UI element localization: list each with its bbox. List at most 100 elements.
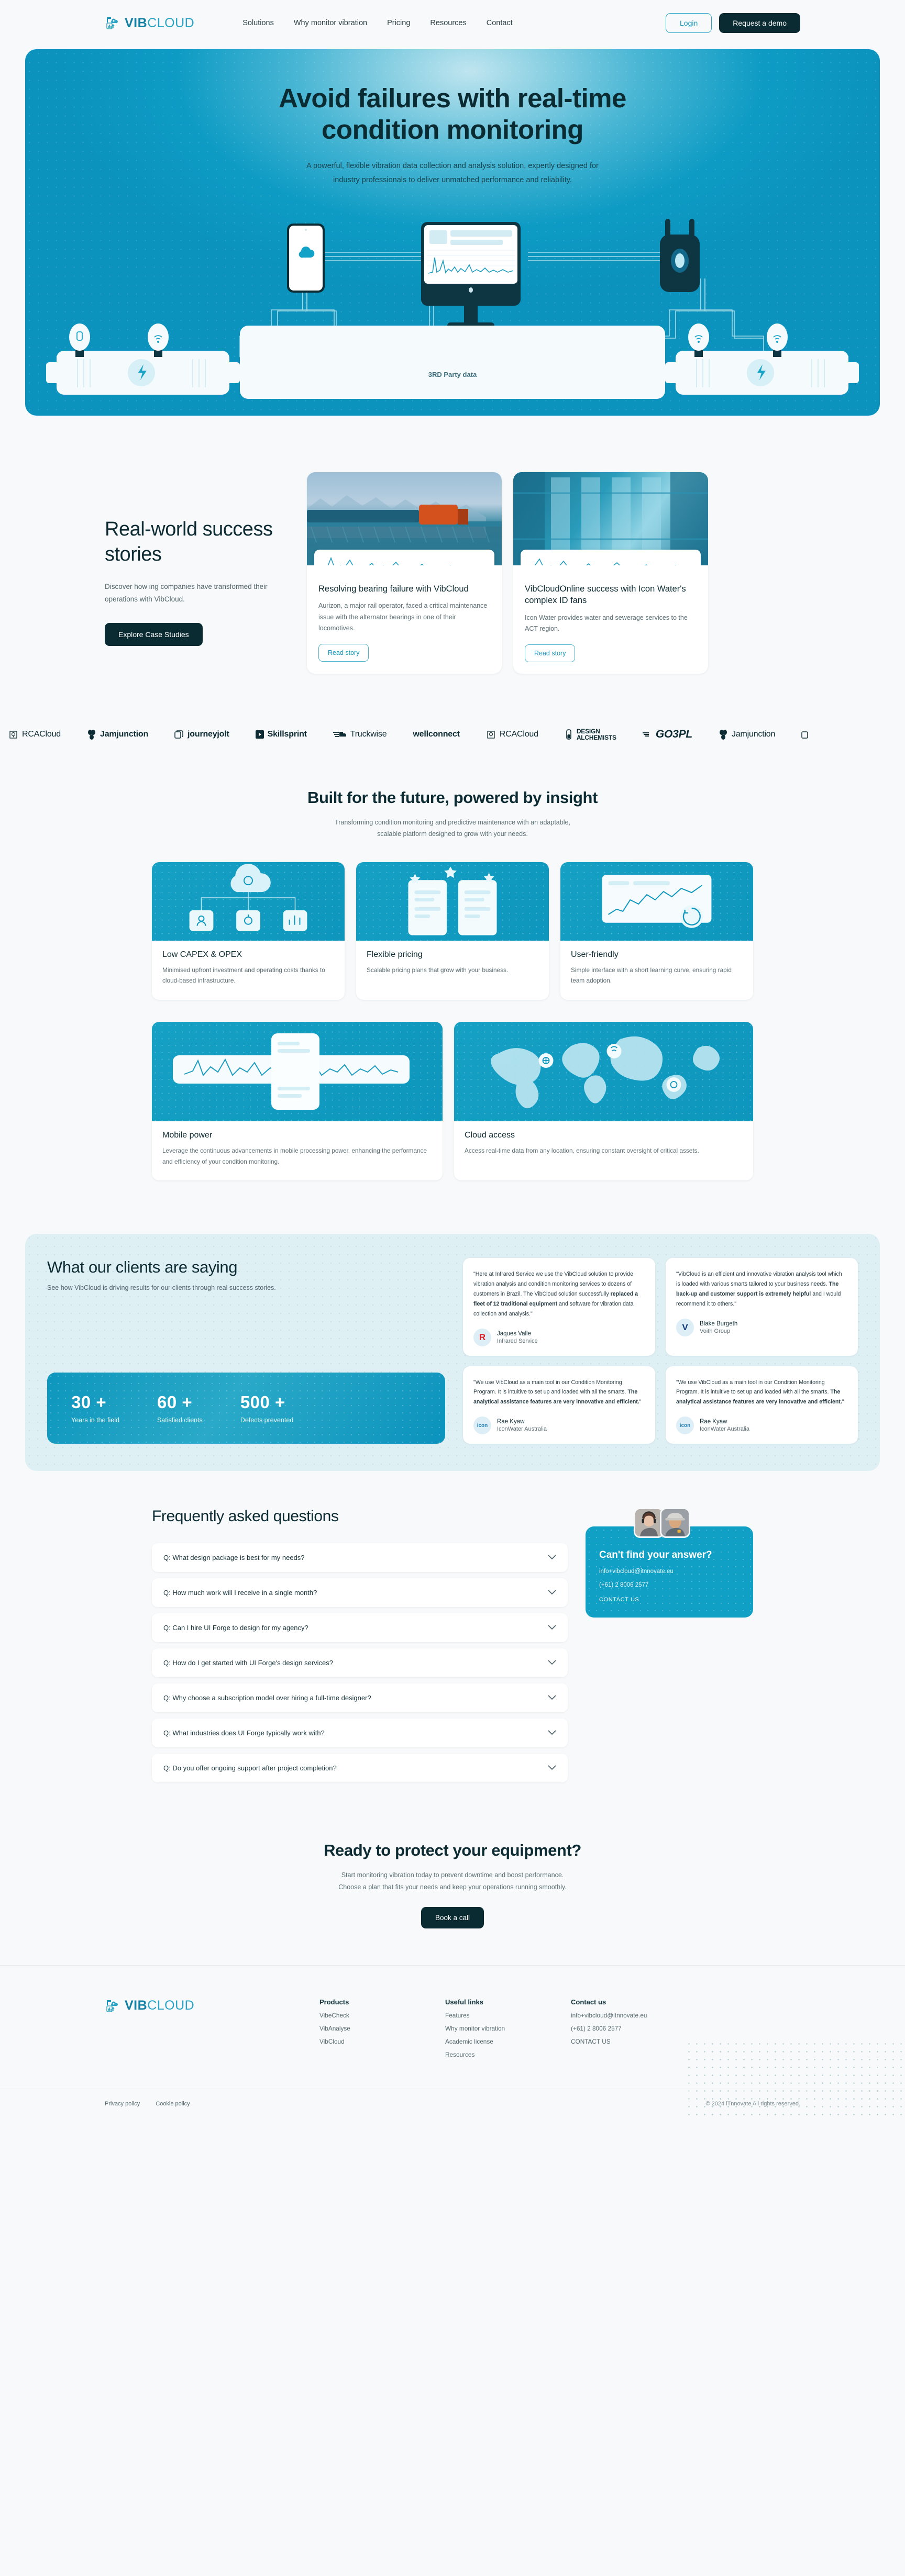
request-demo-button[interactable]: Request a demo [719,13,800,33]
footer-link-vibecheck[interactable]: VibeCheck [319,2012,409,2019]
explore-case-studies-button[interactable]: Explore Case Studies [105,623,203,646]
truck-speed-icon [333,732,346,738]
faq-cta-phone[interactable]: (+61) 2 8006 2577 [599,1582,740,1588]
stat-value: 60 + [157,1392,193,1412]
faq-item[interactable]: Q: How much work will I receive in a sin… [152,1578,568,1608]
client-logo-strip: RCACloud Jamjunction journeyjolt Skillsp… [0,710,905,759]
speed-lines-icon [642,732,649,737]
logo-journeyjolt: journeyjolt [174,730,229,739]
read-story-button[interactable]: Read story [318,643,369,662]
testimonial-card-grid: "Here at Infrared Service we use the Vib… [463,1258,858,1444]
stat-years-in-field: 30 + Years in the field [71,1392,119,1424]
chevron-down-icon[interactable] [548,1554,556,1562]
chevron-down-icon[interactable] [548,1729,556,1737]
logo-label: Truckwise [350,730,387,739]
logo-rcacloud-2: RCACloud [486,730,538,740]
footer-brand-logo[interactable]: VIBCLOUD [105,1998,283,2014]
logo-label: Jamjunction [100,730,149,739]
copy-pages-icon [801,731,808,739]
testimonial-author: Jaques Valle [497,1330,531,1337]
features-row-2: Mobile power Leverage the continuous adv… [152,1022,753,1181]
faq-item[interactable]: Q: How do I get started with UI Forge's … [152,1648,568,1678]
world-map-art [454,1022,753,1121]
butterfly-icon [88,730,95,740]
footer-column-title: Products [319,1998,349,2006]
faq-question: Q: Why choose a subscription model over … [163,1694,371,1702]
footer-link-features[interactable]: Features [445,2012,534,2019]
stat-defects-prevented: 500 + Defects prevented [240,1392,293,1424]
nav-link-contact[interactable]: Contact [487,19,513,27]
privacy-policy-link[interactable]: Privacy policy [105,2101,140,2107]
footer-link-vibcloud[interactable]: VibCloud [319,2038,409,2045]
story-card[interactable]: VibCloudOnline success with Icon Water's… [513,472,708,674]
faq-cta-contact-link[interactable]: CONTACT US [599,1597,639,1603]
book-a-call-button[interactable]: Book a call [421,1907,484,1929]
footer-column-useful-links: Useful links Features Why monitor vibrat… [445,1998,534,2058]
nav-link-solutions[interactable]: Solutions [242,19,274,27]
logo-jamjunction: Jamjunction [87,729,148,740]
avatar: icon [676,1417,694,1435]
login-button[interactable]: Login [666,13,712,33]
faq-section: Frequently asked questions Q: What desig… [0,1471,905,1809]
nav-link-why-monitor-vibration[interactable]: Why monitor vibration [294,19,367,27]
faq-item[interactable]: Q: Can I hire UI Forge to design for my … [152,1613,568,1643]
chevron-down-icon[interactable] [548,1694,556,1702]
testimonial-card: "VibCloud is an efficient and innovative… [666,1258,858,1356]
story-title: Resolving bearing failure with VibCloud [318,584,469,594]
footer-link-vibanalyse[interactable]: VibAnalyse [319,2025,409,2032]
testimonials-subtitle: See how VibCloud is driving results for … [47,1284,276,1292]
story-body-text: Aurizon, a major rail operator, faced a … [318,602,488,632]
logo-partial [801,730,811,739]
faq-question: Q: How much work will I receive in a sin… [163,1589,317,1597]
footer-link-resources[interactable]: Resources [445,2051,534,2058]
avatar: icon [473,1417,491,1435]
feature-card-mobile-power: Mobile power Leverage the continuous adv… [152,1022,443,1181]
brand-wordmark: VIBCLOUD [125,15,195,30]
chevron-down-icon[interactable] [548,1589,556,1597]
mobile-waveform-art [152,1022,443,1121]
footer-link-contact-us[interactable]: CONTACT US [571,2038,660,2045]
story-card[interactable]: Resolving bearing failure with VibCloud … [307,472,502,674]
faq-question: Q: How do I get started with UI Forge's … [163,1659,334,1667]
stat-value: 500 + [240,1392,285,1412]
logo-skillsprint: Skillsprint [255,730,307,739]
feature-title: Low CAPEX & OPEX [162,950,242,959]
cookie-policy-link[interactable]: Cookie policy [156,2101,190,2107]
faq-cta-title: Can't find your answer? [599,1549,712,1561]
faq-cta-email[interactable]: info+vibcloud@itnnovate.eu [599,1568,740,1575]
footer-link-academic-license[interactable]: Academic license [445,2038,534,2045]
logo-label: RCACloud [499,730,538,739]
top-navigation: VIBCLOUD Solutions Why monitor vibration… [0,0,905,46]
nav-link-resources[interactable]: Resources [430,19,466,27]
faq-item[interactable]: Q: What industries does UI Forge typical… [152,1719,568,1748]
testimonial-card: "We use VibCloud as a main tool in our C… [666,1366,858,1444]
final-cta-body: Start monitoring vibration today to prev… [338,1871,567,1891]
chevron-down-icon[interactable] [548,1624,556,1632]
logo-go3pl: GO3PL [642,728,692,741]
read-story-button[interactable]: Read story [525,644,576,662]
avatar: V [676,1318,694,1336]
success-stories-section: Real-world success stories Discover how … [0,416,905,710]
flask-icon [566,729,571,740]
faq-item[interactable]: Q: Why choose a subscription model over … [152,1683,568,1713]
chevron-down-icon[interactable] [548,1764,556,1772]
chevron-down-icon[interactable] [548,1659,556,1667]
footer-column-products: Products VibeCheck VibAnalyse VibCloud [319,1998,409,2058]
stats-panel: 30 + Years in the field 60 + Satisfied c… [47,1373,445,1444]
footer-link-phone[interactable]: (+61) 2 8006 2577 [571,2025,660,2032]
footer-link-email[interactable]: info+vibcloud@itnnovate.eu [571,2012,660,2019]
logo-label: RCACloud [22,730,61,739]
testimonial-author: Rae Kyaw [700,1419,727,1425]
feature-body: Simple interface with a short learning c… [571,966,732,985]
nav-link-pricing[interactable]: Pricing [387,19,410,27]
footer-column-contact: Contact us info+vibcloud@itnnovate.eu (+… [571,1998,660,2058]
logo-rcacloud: RCACloud [8,730,61,740]
brand-logo[interactable]: VIBCLOUD [105,15,194,31]
dashboard-art [560,862,753,941]
faq-item[interactable]: Q: Do you offer ongoing support after pr… [152,1754,568,1783]
avatar: R [473,1328,491,1346]
faq-item[interactable]: Q: What design package is best for my ne… [152,1543,568,1573]
footer-link-why-monitor-vibration[interactable]: Why monitor vibration [445,2025,534,2032]
play-square-icon [255,730,264,739]
faq-question: Q: What design package is best for my ne… [163,1554,305,1562]
